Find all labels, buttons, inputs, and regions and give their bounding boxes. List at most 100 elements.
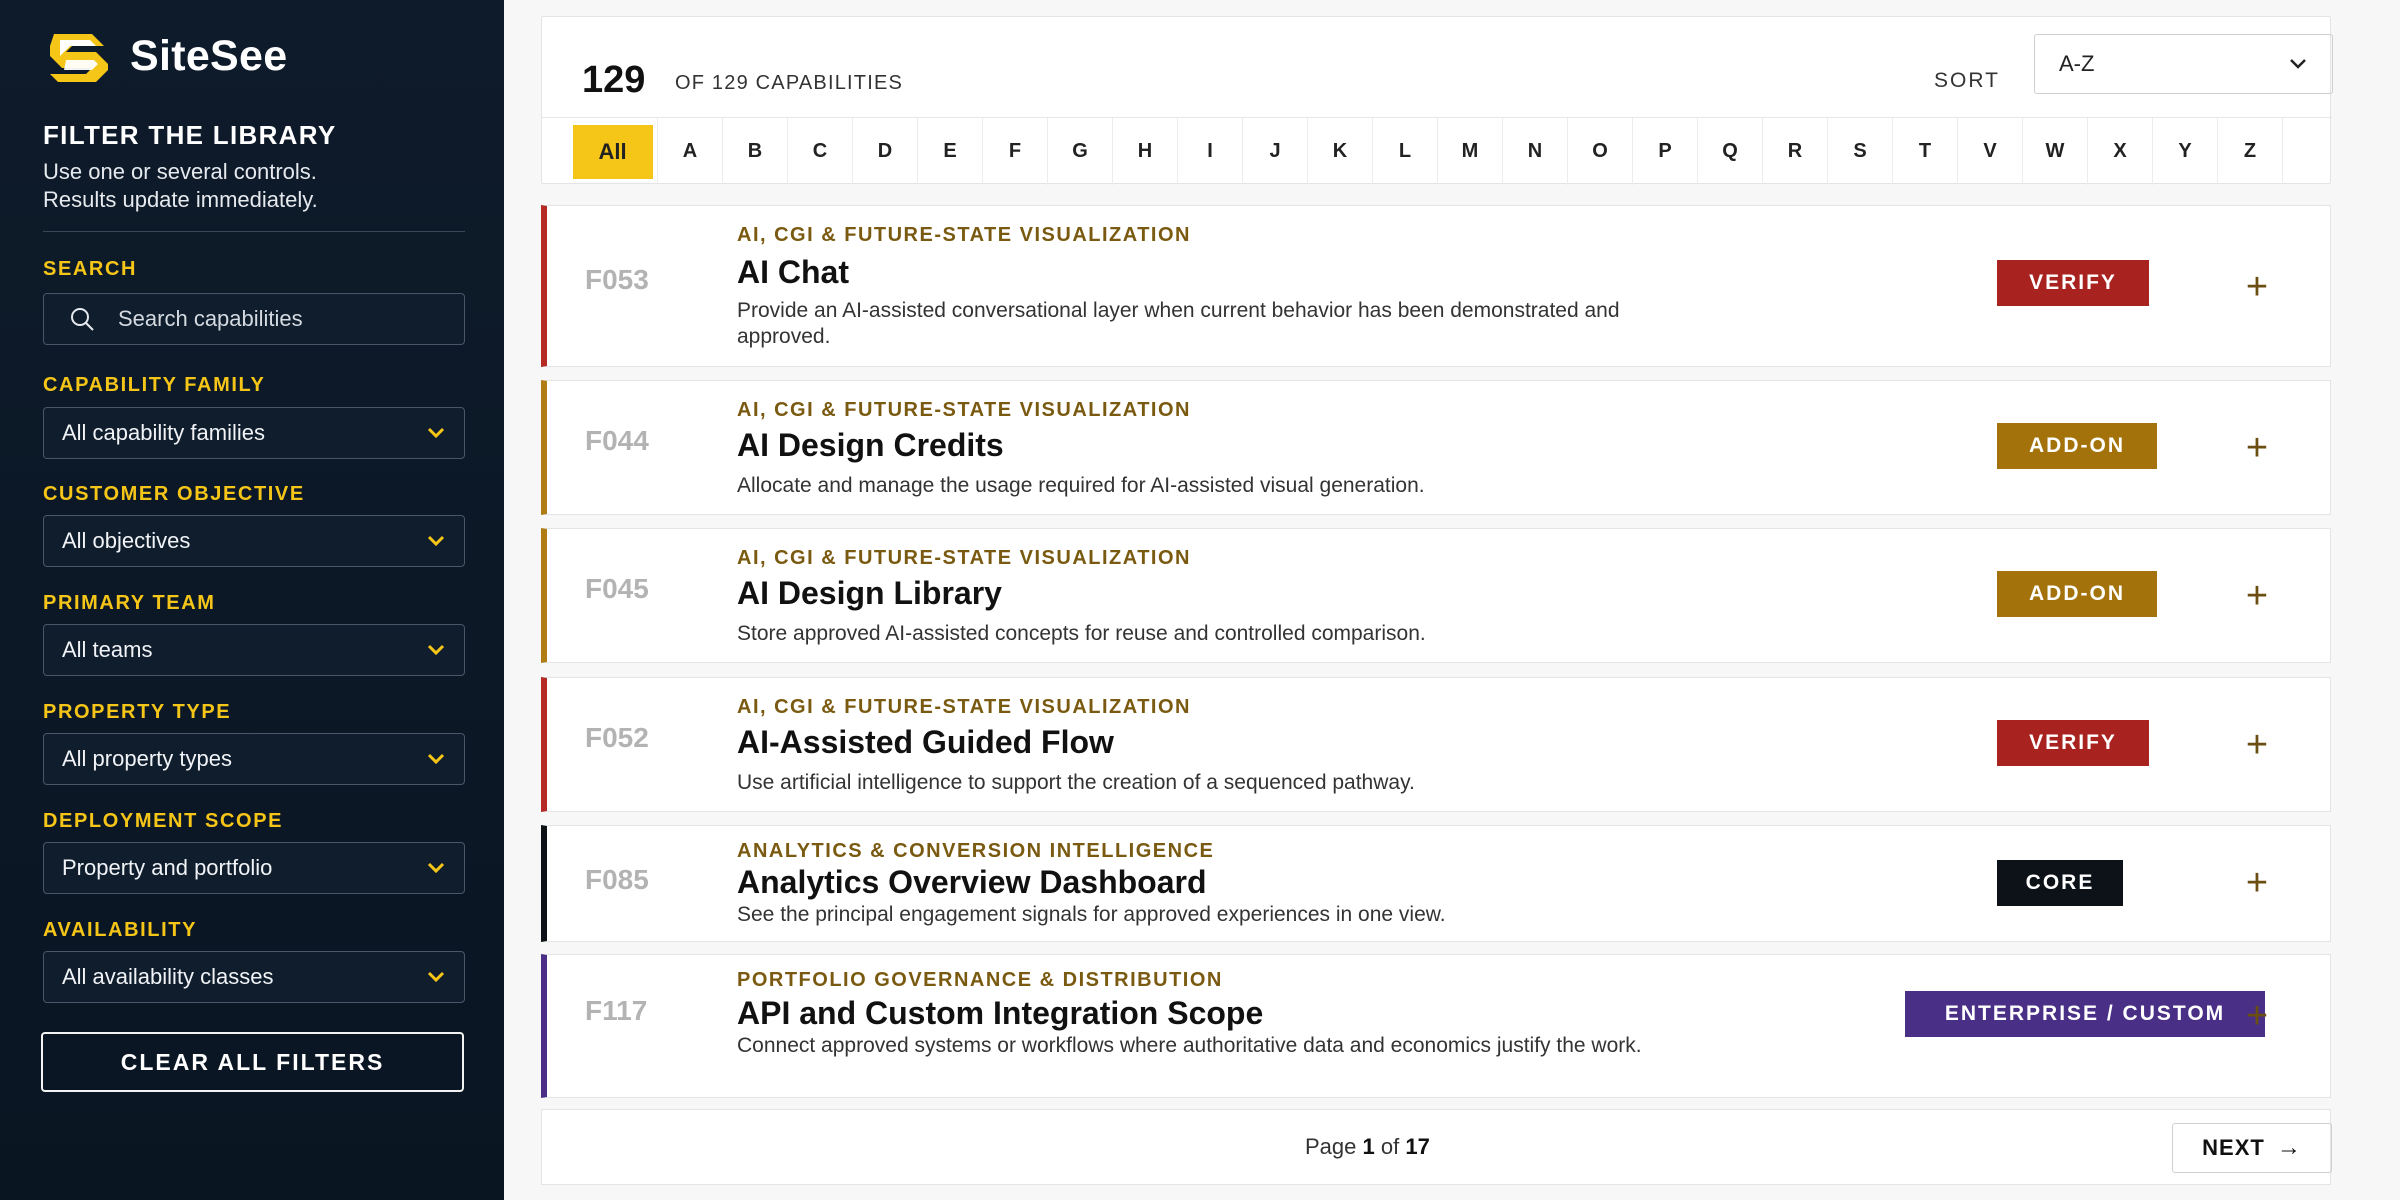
- alpha-filter-v[interactable]: V: [1958, 118, 2023, 185]
- filter-sidebar: SiteSee FILTER THE LIBRARY Use one or se…: [0, 0, 504, 1200]
- alpha-filter-label: T: [1918, 140, 1932, 162]
- capability-id: F053: [585, 264, 649, 295]
- availability-badge: CORE: [1997, 860, 2123, 906]
- expand-plus-icon[interactable]: +: [2240, 427, 2274, 469]
- brand-name: SiteSee: [130, 31, 288, 80]
- alpha-filter-p[interactable]: P: [1633, 118, 1698, 185]
- sort-select[interactable]: A-Z: [2034, 34, 2333, 94]
- expand-plus-icon[interactable]: +: [2240, 266, 2274, 308]
- alpha-filter-l[interactable]: L: [1373, 118, 1438, 185]
- expand-plus-icon[interactable]: +: [2240, 862, 2274, 904]
- chevron-down-icon: [427, 427, 445, 439]
- alpha-filter-label: K: [1332, 140, 1348, 162]
- alpha-filter-label: M: [1461, 140, 1479, 162]
- capability-family-value: All capability families: [62, 420, 265, 445]
- alpha-filter-label: D: [877, 140, 893, 162]
- alpha-filter-s[interactable]: S: [1828, 118, 1893, 185]
- alpha-filter-k[interactable]: K: [1308, 118, 1373, 185]
- filter-subtitle: Use one or several controls. Results upd…: [43, 158, 443, 214]
- capability-title: Analytics Overview Dashboard: [737, 864, 1207, 900]
- alpha-filter-d[interactable]: D: [853, 118, 918, 185]
- availability-badge: ADD-ON: [1997, 423, 2157, 469]
- results-count-label: OF 129 CAPABILITIES: [675, 72, 904, 94]
- capability-title: AI-Assisted Guided Flow: [737, 724, 1114, 760]
- alpha-filter-label: R: [1787, 140, 1803, 162]
- clear-all-filters-button[interactable]: CLEAR ALL FILTERS: [41, 1032, 464, 1092]
- deployment-scope-label: DEPLOYMENT SCOPE: [43, 810, 284, 832]
- alpha-filter-w[interactable]: W: [2023, 118, 2088, 185]
- next-page-button[interactable]: NEXT →: [2172, 1123, 2332, 1173]
- alpha-filter-m[interactable]: M: [1438, 118, 1503, 185]
- alpha-filter-label: X: [2113, 140, 2127, 162]
- alpha-filter-c[interactable]: C: [788, 118, 853, 185]
- capability-category: AI, CGI & FUTURE-STATE VISUALIZATION: [737, 547, 1191, 569]
- brand-logo[interactable]: SiteSee: [46, 26, 287, 86]
- deployment-scope-select[interactable]: Property and portfolio: [43, 842, 465, 894]
- capability-title: AI Chat: [737, 254, 849, 290]
- chevron-down-icon: [427, 535, 445, 547]
- alpha-filter-i[interactable]: I: [1178, 118, 1243, 185]
- capability-card[interactable]: F044 AI, CGI & FUTURE-STATE VISUALIZATION…: [541, 380, 2331, 515]
- sort-label: SORT: [1934, 69, 2000, 92]
- capability-card[interactable]: F117 PORTFOLIO GOVERNANCE & DISTRIBUTION A…: [541, 954, 2331, 1098]
- availability-badge: VERIFY: [1997, 720, 2149, 766]
- alpha-filter-label: B: [747, 140, 763, 162]
- capability-description: Use artificial intelligence to support t…: [737, 771, 1415, 794]
- alpha-filter-label: L: [1398, 140, 1412, 162]
- alpha-filter-y[interactable]: Y: [2153, 118, 2218, 185]
- alpha-filter-g[interactable]: G: [1048, 118, 1113, 185]
- capability-category: AI, CGI & FUTURE-STATE VISUALIZATION: [737, 696, 1191, 718]
- search-input[interactable]: Search capabilities: [43, 293, 465, 345]
- alpha-filter-label: A: [682, 140, 698, 162]
- alpha-filter-label: J: [1269, 140, 1281, 162]
- alpha-filter-label: S: [1853, 140, 1867, 162]
- search-icon: [71, 308, 94, 331]
- capability-title: AI Design Library: [737, 575, 1002, 611]
- alpha-filter-a[interactable]: A: [658, 118, 723, 185]
- alpha-filter-e[interactable]: E: [918, 118, 983, 185]
- alpha-filter-j[interactable]: J: [1243, 118, 1308, 185]
- capability-title: API and Custom Integration Scope: [737, 995, 1264, 1031]
- capability-card[interactable]: F052 AI, CGI & FUTURE-STATE VISUALIZATION…: [541, 677, 2331, 812]
- capability-description: Store approved AI-assisted concepts for …: [737, 622, 1426, 645]
- chevron-down-icon: [427, 971, 445, 983]
- deployment-scope-value: Property and portfolio: [62, 855, 273, 880]
- availability-select[interactable]: All availability classes: [43, 951, 465, 1003]
- expand-plus-icon[interactable]: +: [2240, 575, 2274, 617]
- alpha-filter-label: W: [2045, 140, 2065, 162]
- primary-team-select[interactable]: All teams: [43, 624, 465, 676]
- alpha-filter-all[interactable]: All: [568, 118, 658, 185]
- property-type-select[interactable]: All property types: [43, 733, 465, 785]
- capability-description: See the principal engagement signals for…: [737, 903, 1446, 926]
- capability-category: AI, CGI & FUTURE-STATE VISUALIZATION: [737, 399, 1191, 421]
- alpha-filter-n[interactable]: N: [1503, 118, 1568, 185]
- alpha-filter-t[interactable]: T: [1893, 118, 1958, 185]
- alpha-filter-o[interactable]: O: [1568, 118, 1633, 185]
- expand-plus-icon[interactable]: +: [2240, 724, 2274, 766]
- primary-team-label: PRIMARY TEAM: [43, 592, 216, 614]
- capability-id: F085: [585, 864, 649, 895]
- alpha-filter-z[interactable]: Z: [2218, 118, 2283, 185]
- alpha-filter-b[interactable]: B: [723, 118, 788, 185]
- capability-family-select[interactable]: All capability families: [43, 407, 465, 459]
- alpha-filter-r[interactable]: R: [1763, 118, 1828, 185]
- availability-value: All availability classes: [62, 964, 274, 989]
- property-type-value: All property types: [62, 746, 232, 771]
- alpha-filter-label: O: [1592, 140, 1608, 162]
- results-count: 129: [582, 59, 646, 101]
- capability-card[interactable]: F045 AI, CGI & FUTURE-STATE VISUALIZATION…: [541, 528, 2331, 663]
- alpha-filter-q[interactable]: Q: [1698, 118, 1763, 185]
- alpha-filter-f[interactable]: F: [983, 118, 1048, 185]
- capability-category: PORTFOLIO GOVERNANCE & DISTRIBUTION: [737, 969, 1223, 991]
- chevron-down-icon: [427, 862, 445, 874]
- filter-subtitle-line2: Results update immediately.: [43, 187, 318, 212]
- sidebar-divider: [43, 231, 465, 232]
- customer-objective-select[interactable]: All objectives: [43, 515, 465, 567]
- alpha-filter-label: Y: [2178, 140, 2192, 162]
- results-panel: 129 OF 129 CAPABILITIES SORT A-Z All A B C D…: [504, 0, 2400, 1200]
- alpha-filter-h[interactable]: H: [1113, 118, 1178, 185]
- expand-plus-icon[interactable]: +: [2240, 995, 2274, 1037]
- alpha-filter-x[interactable]: X: [2088, 118, 2153, 185]
- capability-card[interactable]: F053 AI, CGI & FUTURE-STATE VISUALIZATION…: [541, 205, 2331, 367]
- capability-card[interactable]: F085 ANALYTICS & CONVERSION INTELLIGENCE A…: [541, 825, 2331, 942]
